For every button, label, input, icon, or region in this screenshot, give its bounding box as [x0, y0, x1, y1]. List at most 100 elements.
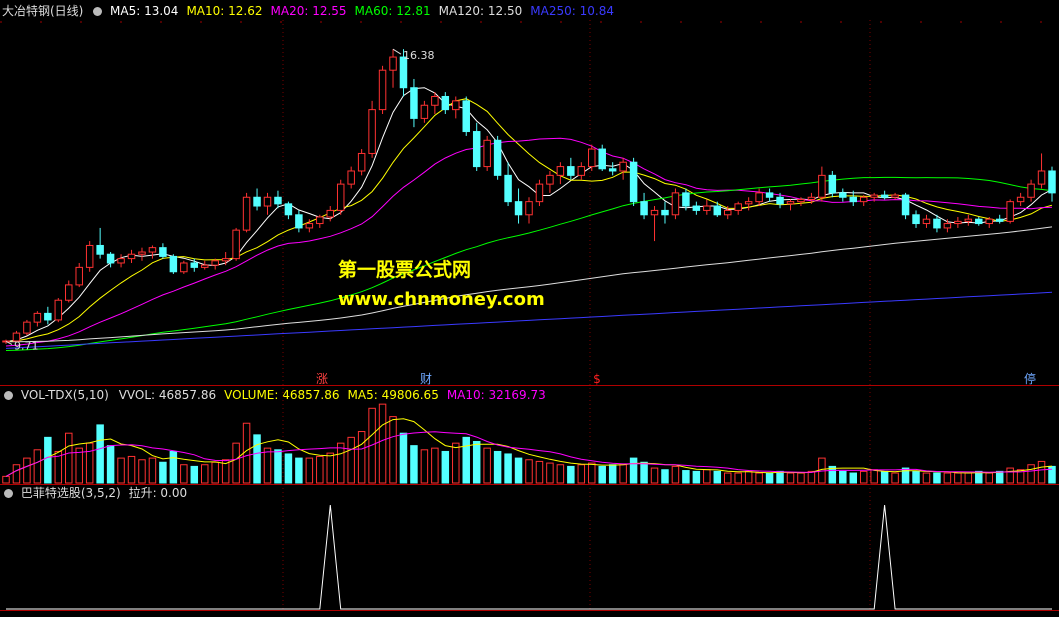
- candle-body: [943, 223, 952, 229]
- volume-bar: [839, 470, 847, 484]
- candle-body: [75, 266, 83, 286]
- volume-bar: [65, 432, 73, 484]
- volume-bar: [807, 470, 816, 484]
- volume-bar: [535, 460, 544, 484]
- candle-body: [493, 139, 502, 176]
- candle-body: [828, 174, 837, 194]
- candle-body: [347, 170, 355, 185]
- volume-bar: [326, 452, 335, 484]
- event-marker-1: 财: [420, 372, 432, 386]
- volume-bar: [765, 472, 774, 484]
- candle-body: [682, 192, 690, 207]
- watermark-title: 第一股票公式网: [338, 259, 472, 281]
- volume-bar: [148, 457, 157, 484]
- candle-body: [305, 223, 314, 229]
- candle-body: [431, 95, 439, 106]
- volume-bar: [138, 459, 146, 484]
- volume-bar: [420, 449, 429, 484]
- volume-bar: [922, 472, 931, 484]
- candle-body: [535, 183, 544, 203]
- event-marker-3: 停: [1024, 371, 1036, 386]
- volume-bar: [567, 465, 575, 484]
- volume-bar: [462, 436, 470, 484]
- candle-body: [588, 148, 596, 168]
- candle-body: [1027, 183, 1035, 198]
- candle-body: [284, 203, 293, 216]
- candle-body: [368, 109, 376, 154]
- volume-bar: [514, 457, 523, 484]
- candle-body: [190, 262, 199, 268]
- volume-bar: [734, 472, 742, 484]
- volume-bar: [159, 461, 167, 484]
- candle-body: [922, 218, 931, 225]
- volume-bar: [525, 459, 533, 484]
- candle-body: [221, 258, 230, 262]
- volume-bar: [96, 424, 104, 484]
- volume-bar: [169, 450, 178, 484]
- volume-bar: [232, 442, 240, 484]
- candle-body: [1016, 196, 1025, 203]
- candle-body: [933, 218, 941, 229]
- volume-bar: [755, 472, 763, 484]
- volume-bar: [33, 449, 42, 484]
- volume-bar: [964, 472, 973, 484]
- volume-bar: [786, 472, 795, 484]
- volume-bar: [692, 470, 701, 484]
- volume-bar: [472, 441, 481, 484]
- volume-bar: [713, 470, 722, 484]
- volume-bar: [389, 416, 397, 484]
- volume-bar: [12, 464, 21, 484]
- volume-bar: [849, 472, 858, 484]
- volume-bar: [2, 475, 10, 484]
- volume-bar: [274, 449, 282, 484]
- volume-bar: [954, 472, 962, 484]
- candle-body: [514, 201, 523, 216]
- candle-body: [692, 205, 701, 211]
- candle-body: [786, 201, 795, 205]
- candle-body: [117, 258, 125, 264]
- candle-body: [33, 312, 42, 323]
- ma20-line: [5, 137, 1053, 347]
- candle-body: [703, 205, 711, 211]
- candle-body: [295, 214, 303, 229]
- event-marker-2: $: [593, 372, 601, 386]
- candle-body: [901, 194, 910, 216]
- volume-bar: [452, 442, 460, 484]
- candle-body: [54, 299, 63, 321]
- candle-body: [734, 203, 742, 211]
- candle-body: [106, 253, 115, 264]
- volume-bar: [598, 465, 606, 484]
- volume-bar: [117, 457, 125, 484]
- candle-body: [755, 192, 763, 203]
- candle-body: [472, 131, 481, 168]
- candle-body: [608, 168, 617, 172]
- volume-bar: [431, 447, 439, 484]
- candle-body: [420, 104, 429, 119]
- volume-bar: [870, 469, 878, 484]
- volume-bar: [1027, 464, 1035, 484]
- watermark-url: www.chnmoney.com: [338, 289, 545, 310]
- volume-bar: [546, 462, 554, 484]
- candle-body: [211, 260, 219, 266]
- candle-body: [525, 201, 533, 216]
- candle-body: [577, 166, 586, 176]
- candle-body: [378, 69, 387, 111]
- candle-body: [23, 321, 31, 334]
- candle-body: [44, 312, 52, 321]
- volume-bar: [23, 457, 31, 484]
- volume-bar: [357, 431, 366, 484]
- candle-body: [169, 255, 178, 273]
- volume-bar: [577, 464, 586, 484]
- candle-body: [891, 194, 899, 198]
- volume-bar: [336, 442, 345, 484]
- candle-body: [776, 196, 784, 205]
- volume-bar: [933, 472, 941, 484]
- volume-bar: [995, 470, 1004, 484]
- candle-body: [849, 196, 858, 203]
- candle-body: [410, 87, 418, 119]
- candle-body: [818, 174, 826, 198]
- candle-body: [336, 183, 345, 211]
- volume-bar: [106, 445, 115, 484]
- candle-body: [807, 196, 816, 200]
- volume-bar: [263, 447, 272, 484]
